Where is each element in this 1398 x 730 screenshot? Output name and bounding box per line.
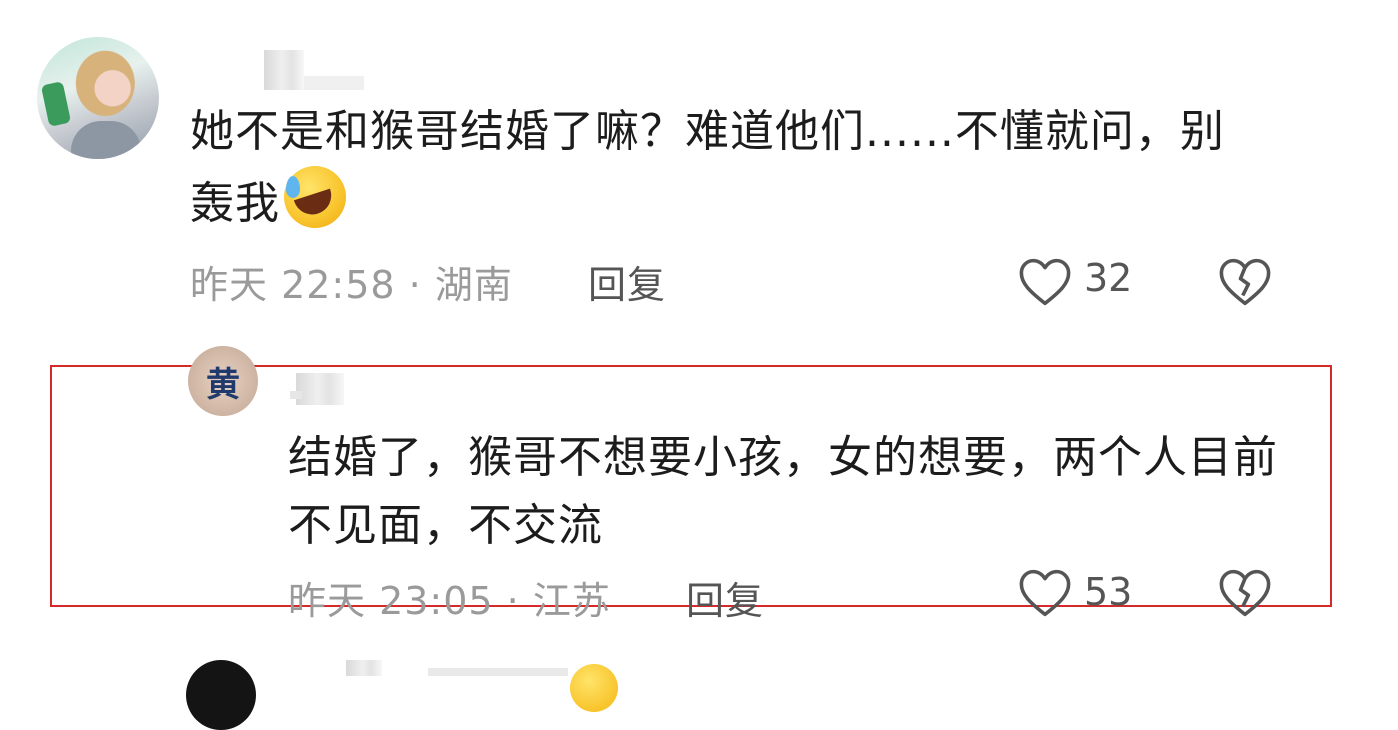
username-redacted	[304, 76, 364, 90]
like-count: 53	[1084, 570, 1133, 614]
comment-meta: 昨天 23:05 · 江苏	[288, 579, 611, 623]
avatar[interactable]	[37, 37, 159, 159]
username-redacted	[428, 668, 568, 676]
avatar-char: 黄	[206, 364, 240, 405]
comment-meta: 昨天 22:58 · 湖南	[190, 263, 513, 307]
broken-heart-icon[interactable]	[1218, 257, 1272, 307]
broken-heart-icon[interactable]	[1218, 568, 1272, 618]
avatar-body	[71, 121, 141, 159]
avatar[interactable]: 黄	[188, 346, 258, 416]
comment-text: 她不是和猴哥结婚了嘛？难道他们......不懂就问，别轰我	[190, 98, 1250, 238]
reply-button[interactable]: 回复	[588, 254, 666, 309]
like-count: 32	[1084, 256, 1133, 300]
emoji-icon	[570, 664, 618, 712]
avatar[interactable]	[186, 660, 256, 730]
comment-text-body: 她不是和猴哥结婚了嘛？难道他们......不懂就问，别轰我	[190, 106, 1225, 229]
avatar-prop	[40, 81, 72, 127]
username-redacted	[296, 373, 344, 405]
reply-button[interactable]: 回复	[686, 570, 764, 625]
comment-text: 结婚了，猴哥不想要小孩，女的想要，两个人目前不见面，不交流	[288, 432, 1278, 551]
heart-icon[interactable]	[1018, 568, 1072, 618]
username-redacted	[290, 391, 302, 399]
heart-icon[interactable]	[1018, 257, 1072, 307]
username-redacted	[346, 660, 382, 676]
laughing-crying-emoji-icon	[284, 166, 346, 228]
username-redacted	[264, 50, 304, 90]
